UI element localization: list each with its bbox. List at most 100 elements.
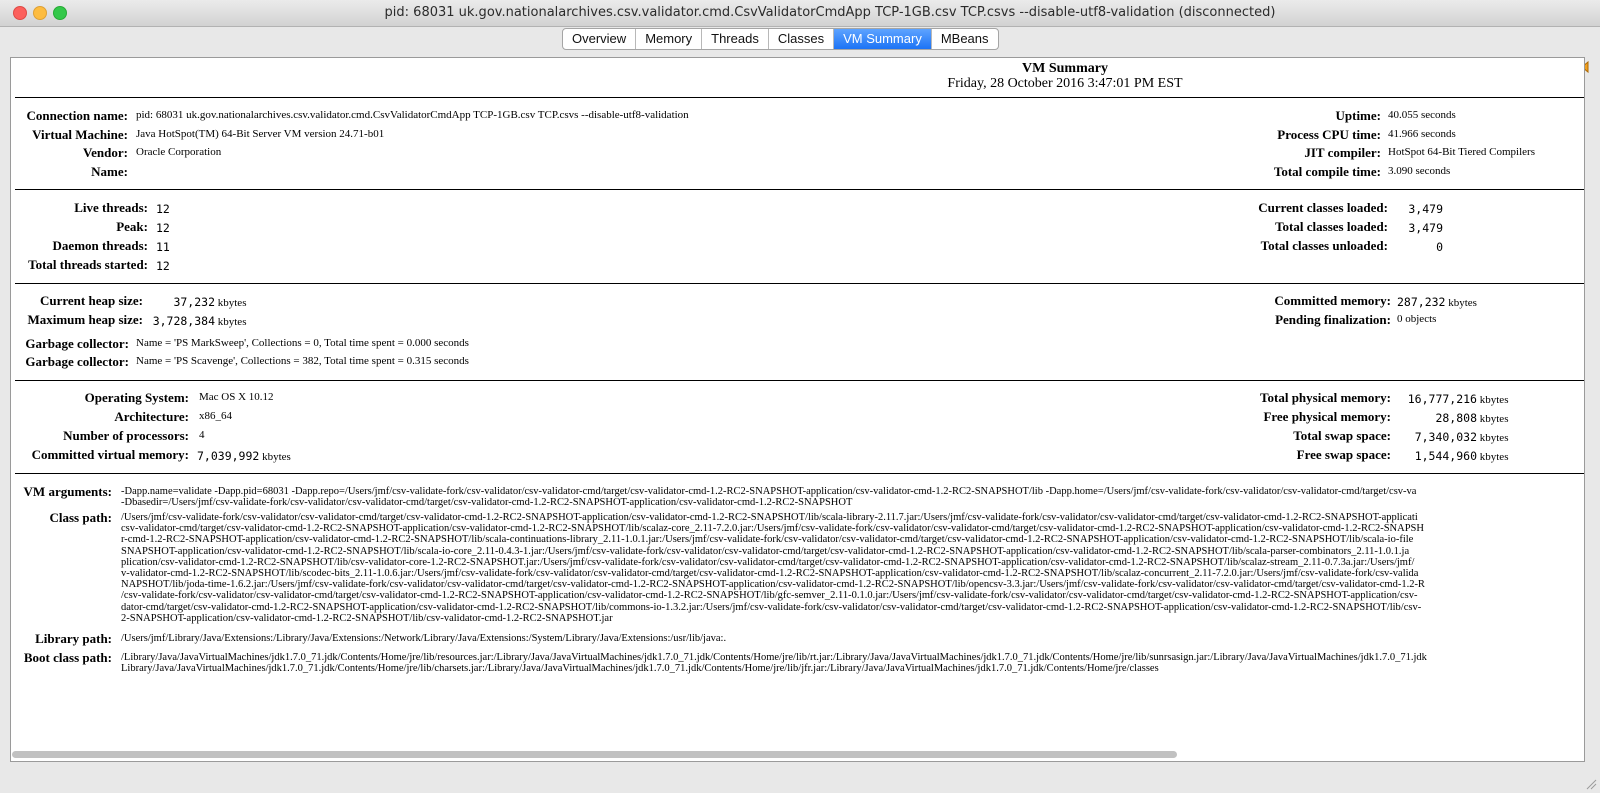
total-swap-space-value: 7,340,032 kbytes xyxy=(1395,430,1509,444)
daemon-threads-label: Daemon threads: xyxy=(52,238,148,253)
committed-memory-label: Committed memory: xyxy=(1274,293,1391,308)
minimize-window-button[interactable] xyxy=(33,6,47,20)
committed-memory-value: 287,232 kbytes xyxy=(1397,295,1477,309)
total-swap-space-label: Total swap space: xyxy=(1293,428,1391,443)
architecture-label: Architecture: xyxy=(114,409,189,424)
name-label: Name: xyxy=(91,164,128,179)
process-cpu-time-value: 41.966 seconds xyxy=(1388,128,1456,140)
free-physical-memory-value: 28,808 kbytes xyxy=(1395,411,1508,425)
committed-virtual-memory-value: 7,039,992 kbytes xyxy=(197,449,291,463)
committed-memory-number: 287,232 xyxy=(1397,295,1446,309)
vendor-label: Vendor: xyxy=(82,145,128,160)
total-compile-time-value: 3.090 seconds xyxy=(1388,165,1451,177)
garbage-collector-value: Name = 'PS MarkSweep', Collections = 0, … xyxy=(136,337,469,349)
boot-class-path-label: Boot class path: xyxy=(23,650,112,665)
number-of-processors-label: Number of processors: xyxy=(63,428,189,443)
operating-system-label: Operating System: xyxy=(84,390,189,405)
resize-grip-icon[interactable] xyxy=(1585,778,1597,790)
free-swap-space-number: 1,544,960 xyxy=(1414,449,1477,463)
total-classes-loaded-value: 3,479 xyxy=(1408,221,1443,235)
number-of-processors-value: 4 xyxy=(199,429,205,441)
section-divider xyxy=(15,473,1584,474)
library-path-label: Library path: xyxy=(35,631,112,646)
free-physical-memory-unit: kbytes xyxy=(1479,413,1509,425)
summary-header: VM Summary Friday, 28 October 2016 3:47:… xyxy=(11,61,1584,91)
free-physical-memory-label: Free physical memory: xyxy=(1263,409,1391,424)
tab-bar: Overview Memory Threads Classes VM Summa… xyxy=(0,28,1600,74)
virtual-machine-value: Java HotSpot(TM) 64-Bit Server VM versio… xyxy=(136,128,385,140)
jit-compiler-label: JIT compiler: xyxy=(1304,145,1381,160)
maximum-heap-size-label: Maximum heap size: xyxy=(27,312,143,327)
vm-arguments-value: -Dapp.name=validate -Dapp.pid=68031 -Dap… xyxy=(121,486,1417,509)
maximum-heap-size-number: 3,728,384 xyxy=(152,314,215,328)
boot-class-path-value: /Library/Java/JavaVirtualMachines/jdk1.7… xyxy=(121,652,1427,675)
peak-threads-value: 12 xyxy=(156,221,170,235)
total-compile-time-label: Total compile time: xyxy=(1273,164,1381,179)
current-heap-size-number: 37,232 xyxy=(173,295,215,309)
horizontal-scrollbar[interactable] xyxy=(10,750,1583,760)
vm-arguments-label: VM arguments: xyxy=(23,484,112,499)
garbage-collector-label: Garbage collector: xyxy=(25,354,129,369)
vendor-value: Oracle Corporation xyxy=(136,146,222,158)
current-heap-size-value: 37,232 kbytes xyxy=(149,295,246,309)
section-divider xyxy=(15,189,1584,190)
total-physical-memory-number: 16,777,216 xyxy=(1407,392,1477,406)
total-classes-unloaded-value: 0 xyxy=(1436,240,1443,254)
free-physical-memory-number: 28,808 xyxy=(1435,411,1477,425)
tab-overview[interactable]: Overview xyxy=(563,29,637,49)
summary-timestamp: Friday, 28 October 2016 3:47:01 PM EST xyxy=(947,76,1183,91)
free-swap-space-label: Free swap space: xyxy=(1296,447,1391,462)
close-window-button[interactable] xyxy=(13,6,27,20)
window-title-bar: pid: 68031 uk.gov.nationalarchives.csv.v… xyxy=(0,0,1600,27)
uptime-value: 40.055 seconds xyxy=(1388,109,1456,121)
peak-threads-label: Peak: xyxy=(116,219,148,234)
committed-virtual-memory-number: 7,039,992 xyxy=(197,449,260,463)
total-swap-space-unit: kbytes xyxy=(1479,432,1509,444)
zoom-window-button[interactable] xyxy=(53,6,67,20)
current-classes-loaded-label: Current classes loaded: xyxy=(1258,200,1388,215)
pending-finalization-label: Pending finalization: xyxy=(1275,312,1391,327)
garbage-collector-label: Garbage collector: xyxy=(25,336,129,351)
free-swap-space-value: 1,544,960 kbytes xyxy=(1395,449,1509,463)
garbage-collector-value: Name = 'PS Scavenge', Collections = 382,… xyxy=(136,355,469,367)
committed-virtual-memory-unit: kbytes xyxy=(262,451,291,463)
total-threads-started-value: 12 xyxy=(156,259,170,273)
section-divider xyxy=(15,380,1584,381)
section-divider xyxy=(15,97,1584,98)
maximum-heap-size-value: 3,728,384 kbytes xyxy=(149,314,247,328)
tab-group: Overview Memory Threads Classes VM Summa… xyxy=(562,28,999,50)
uptime-label: Uptime: xyxy=(1335,108,1382,123)
live-threads-label: Live threads: xyxy=(74,200,148,215)
total-physical-memory-value: 16,777,216 kbytes xyxy=(1395,392,1509,406)
tab-mbeans[interactable]: MBeans xyxy=(932,29,998,49)
process-cpu-time-label: Process CPU time: xyxy=(1277,127,1381,142)
total-classes-unloaded-label: Total classes unloaded: xyxy=(1260,238,1388,253)
total-swap-space-number: 7,340,032 xyxy=(1414,430,1477,444)
section-divider xyxy=(15,283,1584,284)
tab-memory[interactable]: Memory xyxy=(636,29,703,49)
committed-memory-unit: kbytes xyxy=(1448,297,1477,309)
operating-system-value: Mac OS X 10.12 xyxy=(199,391,274,403)
total-physical-memory-label: Total physical memory: xyxy=(1260,390,1391,405)
vm-summary-panel: VM Summary Friday, 28 October 2016 3:47:… xyxy=(10,57,1585,762)
maximum-heap-size-unit: kbytes xyxy=(217,316,247,328)
total-classes-loaded-label: Total classes loaded: xyxy=(1275,219,1388,234)
library-path-value: /Users/jmf/Library/Java/Extensions:/Libr… xyxy=(121,633,727,644)
live-threads-value: 12 xyxy=(156,202,170,216)
virtual-machine-label: Virtual Machine: xyxy=(32,127,128,142)
horizontal-scrollbar-thumb[interactable] xyxy=(12,751,1177,758)
current-heap-size-unit: kbytes xyxy=(217,297,247,309)
connection-name-value: pid: 68031 uk.gov.nationalarchives.csv.v… xyxy=(136,109,689,121)
jit-compiler-value: HotSpot 64-Bit Tiered Compilers xyxy=(1388,146,1535,158)
daemon-threads-value: 11 xyxy=(156,240,170,254)
committed-virtual-memory-label: Committed virtual memory: xyxy=(31,447,189,462)
free-swap-space-unit: kbytes xyxy=(1479,451,1509,463)
tab-threads[interactable]: Threads xyxy=(702,29,769,49)
tab-classes[interactable]: Classes xyxy=(769,29,835,49)
tab-vm-summary[interactable]: VM Summary xyxy=(834,29,932,49)
class-path-value: /Users/jmf/csv-validate-fork/csv-validat… xyxy=(121,512,1425,624)
total-physical-memory-unit: kbytes xyxy=(1479,394,1509,406)
current-heap-size-label: Current heap size: xyxy=(39,293,143,308)
total-threads-started-label: Total threads started: xyxy=(28,257,148,272)
connection-name-label: Connection name: xyxy=(26,108,128,123)
